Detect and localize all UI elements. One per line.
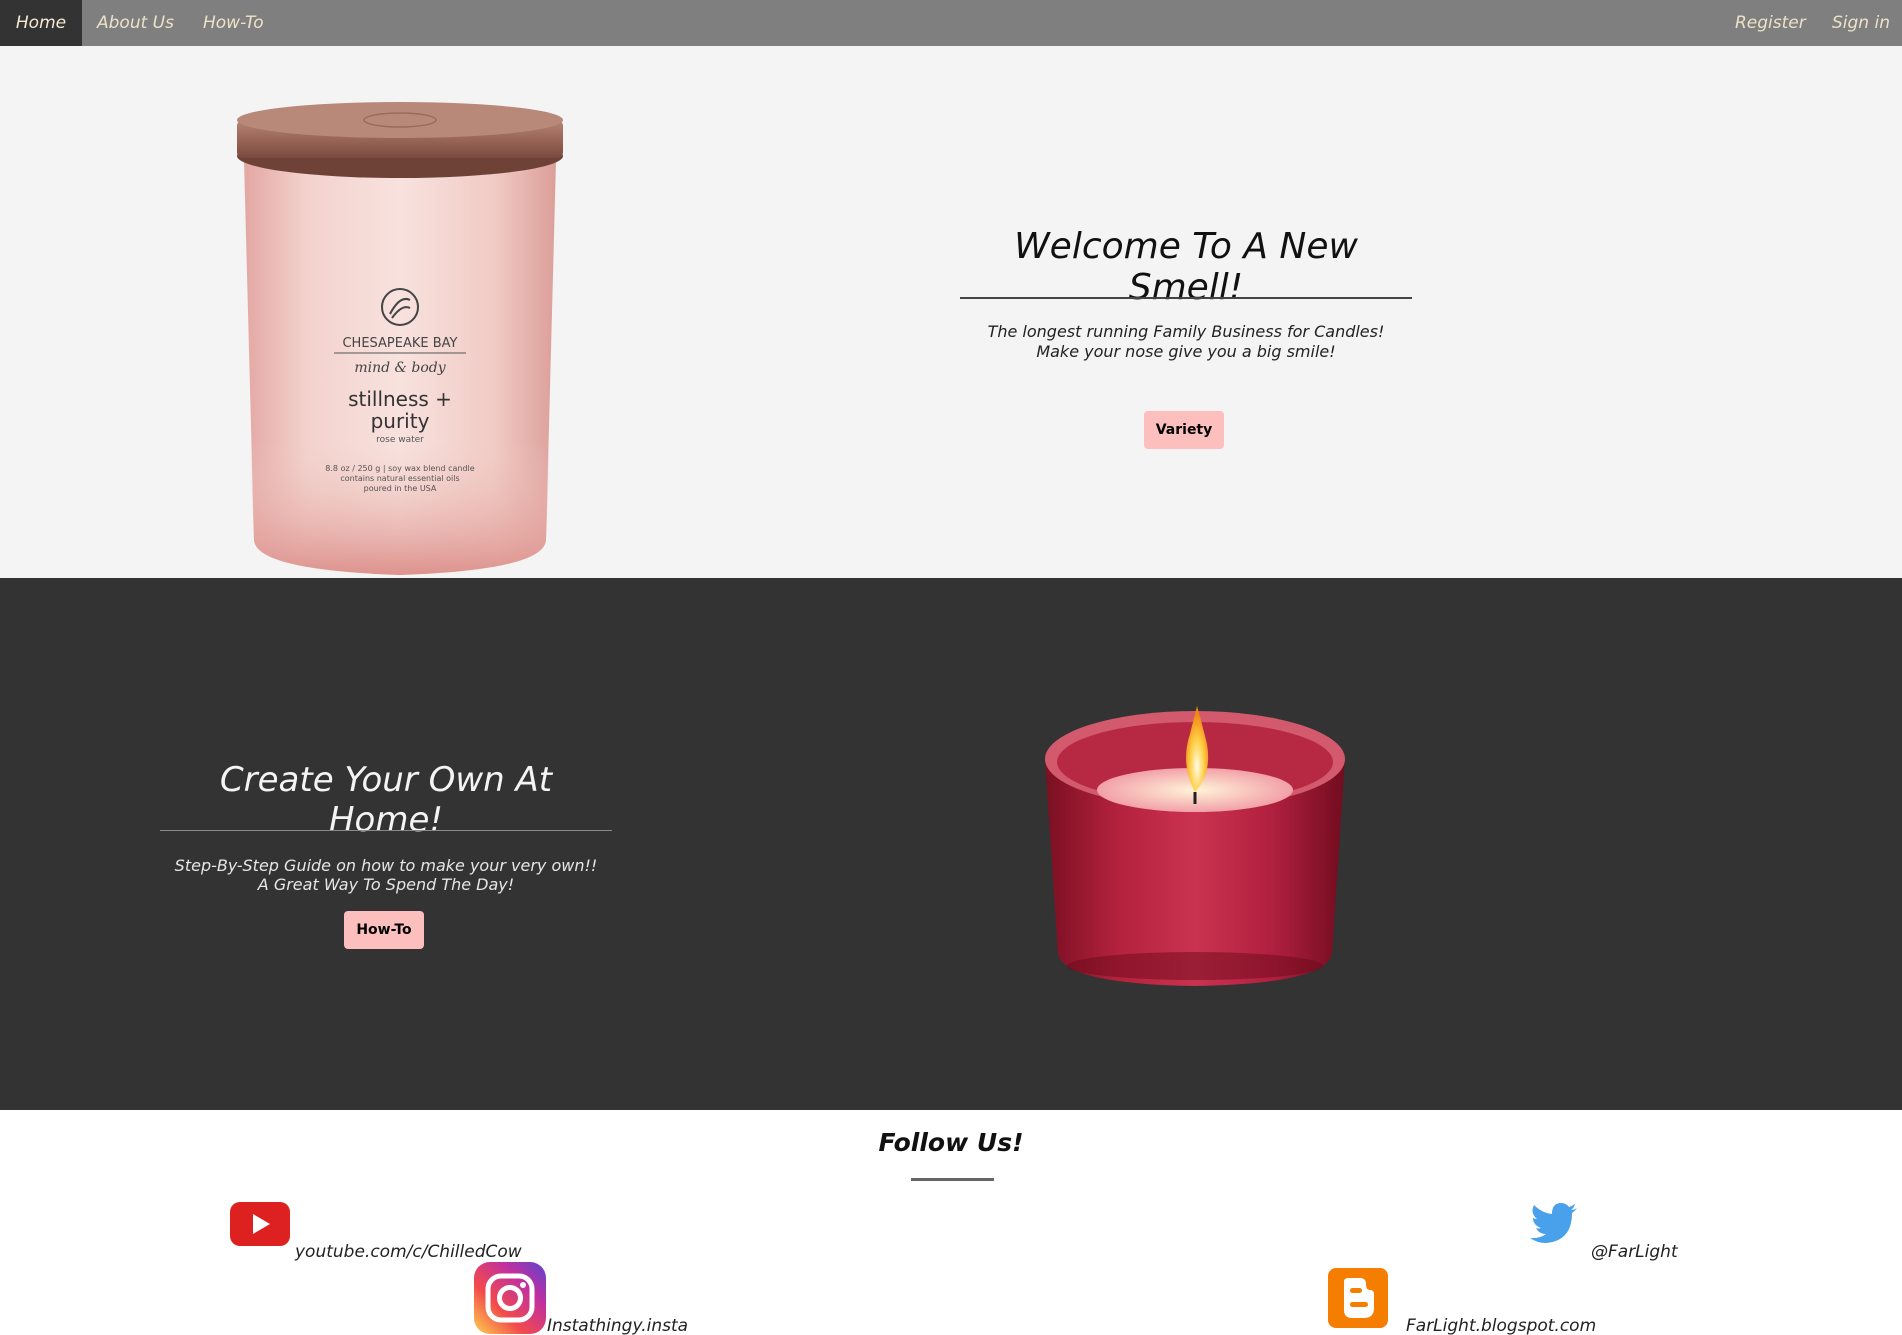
- twitter-link[interactable]: @FarLight: [1591, 1242, 1678, 1262]
- hero-tagline: The longest running Family Business for …: [960, 322, 1412, 362]
- candle-name-line2: purity: [371, 409, 430, 433]
- votive-candle-image: [1045, 706, 1345, 986]
- nav-register-link[interactable]: Register: [1735, 0, 1806, 46]
- instagram-icon[interactable]: [474, 1262, 546, 1334]
- howto-tagline-line1: Step-By-Step Guide on how to make your v…: [174, 856, 598, 875]
- youtube-link[interactable]: youtube.com/c/ChilledCow: [295, 1242, 522, 1262]
- candle-info-line1: 8.8 oz / 250 g | soy wax blend candle: [325, 464, 474, 473]
- candle-scent-text: rose water: [376, 435, 424, 445]
- candle-info-line3: poured in the USA: [364, 484, 437, 493]
- howto-title: Create Your Own At Home!: [219, 760, 553, 840]
- instagram-link[interactable]: Instathingy.insta: [547, 1316, 688, 1335]
- howto-tagline: Step-By-Step Guide on how to make your v…: [160, 856, 612, 894]
- howto-button[interactable]: How-To: [344, 911, 424, 949]
- hero-section: CHESAPEAKE BAY mind & body stillness + p…: [0, 46, 1902, 578]
- navbar: Home About Us How-To Register Sign in: [0, 0, 1902, 46]
- hero-title: Welcome To A New Smell!: [1014, 226, 1358, 308]
- candle-name-line1: stillness +: [348, 387, 452, 411]
- howto-tagline-line2: A Great Way To Spend The Day!: [257, 875, 515, 894]
- blogger-link[interactable]: FarLight.blogspot.com: [1406, 1316, 1596, 1335]
- blogger-icon[interactable]: [1328, 1268, 1388, 1328]
- nav-howto-link[interactable]: How-To: [203, 0, 264, 46]
- hero-tagline-line1: The longest running Family Business for …: [987, 322, 1385, 341]
- howto-divider: [160, 830, 612, 831]
- candle-info-line2: contains natural essential oils: [340, 474, 459, 483]
- follow-divider: [911, 1178, 994, 1181]
- twitter-icon[interactable]: [1530, 1203, 1578, 1243]
- youtube-icon[interactable]: [230, 1202, 290, 1246]
- follow-title: Follow Us!: [878, 1128, 1024, 1157]
- candle-brand-text: CHESAPEAKE BAY: [342, 336, 457, 351]
- hero-divider: [960, 297, 1412, 299]
- nav-home-link[interactable]: Home: [0, 0, 82, 46]
- candle-sub-text: mind & body: [354, 360, 446, 376]
- variety-button[interactable]: Variety: [1144, 411, 1224, 449]
- nav-signin-link[interactable]: Sign in: [1832, 0, 1890, 46]
- hero-tagline-line2: Make your nose give you a big smile!: [1036, 342, 1336, 361]
- nav-about-link[interactable]: About Us: [97, 0, 174, 46]
- howto-section: Create Your Own At Home! Step-By-Step Gu…: [0, 578, 1902, 1110]
- candle-jar-image: CHESAPEAKE BAY mind & body stillness + p…: [237, 102, 563, 575]
